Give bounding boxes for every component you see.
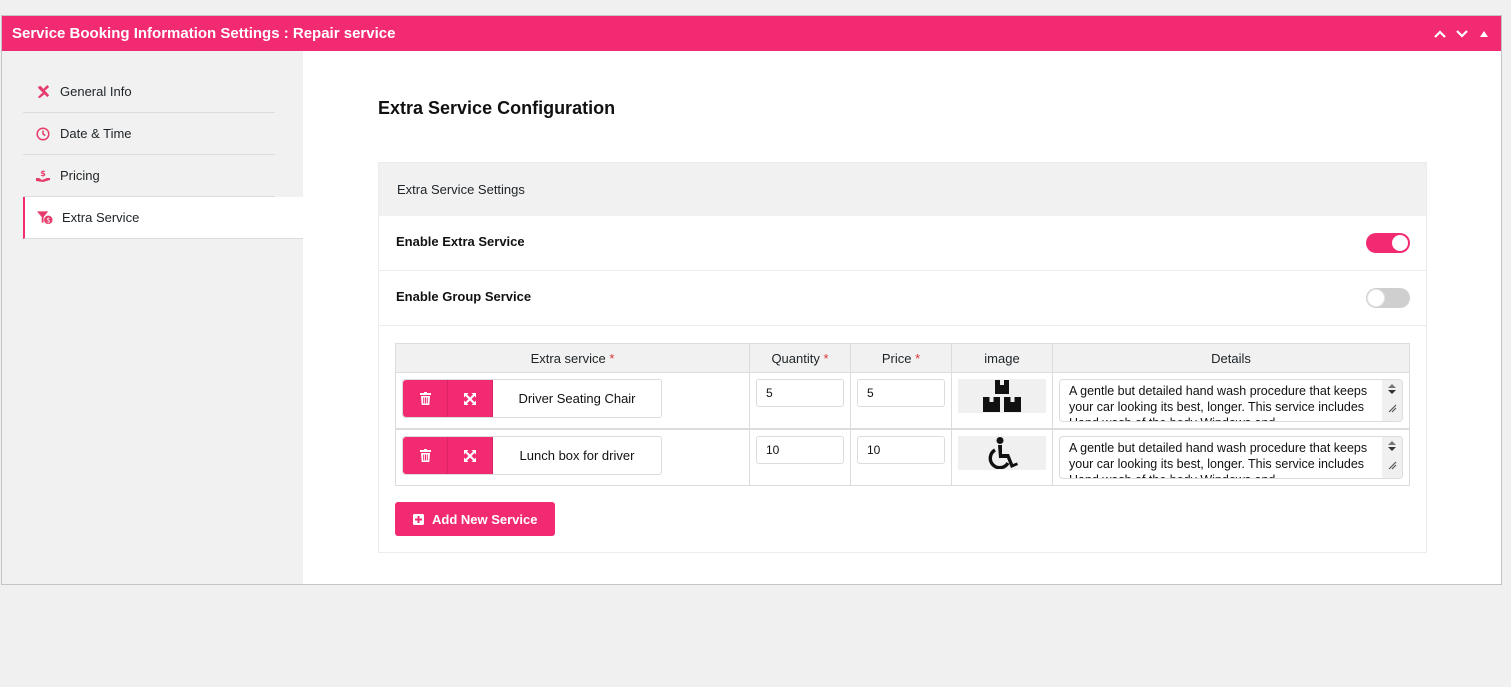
panel-header: Service Booking Information Settings : R… bbox=[2, 16, 1501, 51]
column-header-image: image bbox=[951, 343, 1053, 373]
service-item-group: Lunch box for driver bbox=[402, 436, 662, 475]
quantity-input[interactable] bbox=[756, 436, 844, 464]
image-cell bbox=[951, 428, 1053, 486]
svg-text:$: $ bbox=[46, 217, 50, 225]
expand-arrows-icon bbox=[464, 449, 476, 462]
expand-arrows-icon bbox=[464, 392, 476, 405]
image-picker[interactable] bbox=[958, 436, 1046, 470]
settings-panel: Service Booking Information Settings : R… bbox=[1, 15, 1502, 585]
section-title: Extra Service Configuration bbox=[378, 98, 616, 118]
wheelchair-icon bbox=[988, 437, 1018, 469]
column-header-details: Details bbox=[1052, 343, 1410, 373]
add-new-service-button[interactable]: Add New Service bbox=[395, 502, 555, 536]
resize-handle-icon bbox=[1388, 461, 1397, 470]
delete-button[interactable] bbox=[403, 380, 448, 417]
settings-heading: Extra Service Settings bbox=[379, 163, 1426, 216]
sidebar-item-label: Extra Service bbox=[62, 210, 140, 225]
details-cell: A gentle but detailed hand wash procedur… bbox=[1052, 372, 1410, 430]
service-cell: Driver Seating Chair bbox=[395, 372, 750, 430]
sidebar-item-general-info[interactable]: General Info bbox=[23, 71, 275, 113]
trash-icon bbox=[419, 392, 431, 405]
extra-service-table: Extra service * Quantity * Price * image… bbox=[395, 343, 1410, 486]
extra-service-table-wrap: Extra service * Quantity * Price * image… bbox=[379, 326, 1426, 552]
hand-dollar-icon: $ bbox=[35, 168, 51, 184]
setting-enable-group-service: Enable Group Service bbox=[379, 271, 1426, 326]
svg-text:$: $ bbox=[40, 169, 46, 178]
image-picker[interactable] bbox=[958, 379, 1046, 413]
sidebar-item-extra-service[interactable]: $ Extra Service bbox=[23, 197, 303, 239]
setting-label: Enable Group Service bbox=[396, 288, 532, 304]
toggle-knob bbox=[1391, 234, 1409, 252]
column-header-price: Price * bbox=[850, 343, 952, 373]
main-content: Extra Service Configuration Extra Servic… bbox=[303, 51, 1502, 584]
enable-group-service-toggle[interactable] bbox=[1366, 288, 1410, 308]
chevron-up-icon[interactable] bbox=[1433, 27, 1447, 41]
panel-controls bbox=[1433, 27, 1491, 41]
sidebar-item-label: Pricing bbox=[60, 168, 100, 183]
price-cell bbox=[850, 428, 952, 486]
chevron-down-icon[interactable] bbox=[1455, 27, 1469, 41]
extra-service-settings-box: Extra Service Settings Enable Extra Serv… bbox=[378, 162, 1427, 553]
details-cell: A gentle but detailed hand wash procedur… bbox=[1052, 428, 1410, 486]
price-input[interactable] bbox=[857, 436, 945, 464]
plus-square-icon bbox=[413, 513, 424, 525]
trash-icon bbox=[419, 449, 431, 462]
table-row: Driver Seating Chair 5 5 A gentle but de… bbox=[395, 372, 1410, 430]
textarea-scrollbar[interactable] bbox=[1382, 437, 1402, 478]
sidebar-item-label: Date & Time bbox=[60, 126, 132, 141]
enable-extra-service-toggle[interactable] bbox=[1366, 233, 1410, 253]
sidebar-item-pricing[interactable]: $ Pricing bbox=[23, 155, 275, 197]
service-name[interactable]: Lunch box for driver bbox=[493, 437, 661, 474]
tools-icon bbox=[35, 84, 51, 100]
drag-handle[interactable] bbox=[448, 437, 493, 474]
setting-enable-extra-service: Enable Extra Service bbox=[379, 216, 1426, 271]
details-textarea[interactable]: A gentle but detailed hand wash procedur… bbox=[1059, 379, 1403, 422]
drag-handle[interactable] bbox=[448, 380, 493, 417]
sidebar-item-date-time[interactable]: Date & Time bbox=[23, 113, 275, 155]
triangle-up-icon[interactable] bbox=[1477, 27, 1491, 41]
resize-handle-icon bbox=[1388, 404, 1397, 413]
image-cell bbox=[951, 372, 1053, 430]
table-header-row: Extra service * Quantity * Price * image… bbox=[395, 343, 1410, 373]
table-row: Lunch box for driver 10 10 A gentle but … bbox=[395, 428, 1410, 486]
boxes-stacked-icon bbox=[983, 380, 1021, 412]
quantity-cell bbox=[749, 428, 851, 486]
column-header-quantity: Quantity * bbox=[749, 343, 851, 373]
quantity-input[interactable] bbox=[756, 379, 844, 407]
panel-title: Service Booking Information Settings : R… bbox=[12, 25, 396, 42]
details-textarea[interactable]: A gentle but detailed hand wash procedur… bbox=[1059, 436, 1403, 479]
sidebar-item-label: General Info bbox=[60, 84, 132, 99]
setting-label: Enable Extra Service bbox=[396, 233, 525, 249]
sidebar: General Info Date & Time $ Pricing $ Ext… bbox=[2, 51, 303, 584]
clock-icon bbox=[35, 126, 51, 142]
service-cell: Lunch box for driver bbox=[395, 428, 750, 486]
textarea-scrollbar[interactable] bbox=[1382, 380, 1402, 421]
filter-dollar-icon: $ bbox=[37, 210, 53, 226]
add-new-service-label: Add New Service bbox=[432, 511, 538, 527]
service-name[interactable]: Driver Seating Chair bbox=[493, 380, 661, 417]
price-cell bbox=[850, 372, 952, 430]
toggle-knob bbox=[1367, 289, 1385, 307]
column-header-extra-service: Extra service * bbox=[395, 343, 750, 373]
delete-button[interactable] bbox=[403, 437, 448, 474]
service-item-group: Driver Seating Chair bbox=[402, 379, 662, 418]
price-input[interactable] bbox=[857, 379, 945, 407]
quantity-cell bbox=[749, 372, 851, 430]
